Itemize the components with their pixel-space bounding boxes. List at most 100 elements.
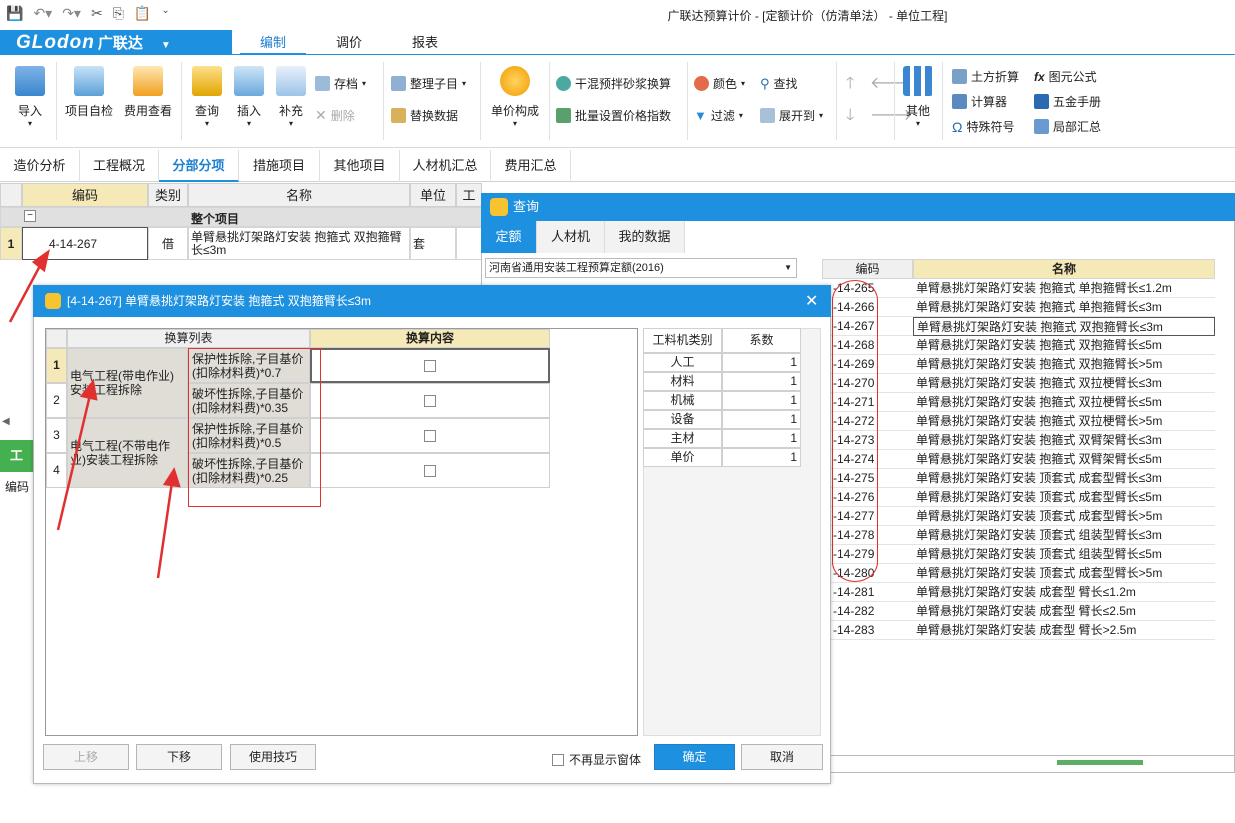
- conv-checkbox[interactable]: [424, 464, 436, 477]
- conv-row-index[interactable]: 1: [46, 348, 67, 383]
- close-icon[interactable]: ✕: [805, 291, 818, 311]
- grid-header-name[interactable]: 名称: [188, 183, 410, 207]
- tab-cost-analysis[interactable]: 造价分析: [0, 150, 80, 182]
- calculator-button[interactable]: 计算器: [952, 93, 1007, 110]
- group-row[interactable]: [0, 207, 482, 227]
- figure-formula-button[interactable]: fx 图元公式: [1034, 68, 1097, 85]
- ok-button[interactable]: 确定: [654, 744, 735, 770]
- no-show-checkbox-row[interactable]: 不再显示窗体: [552, 751, 641, 768]
- grid-header-unit[interactable]: 单位: [410, 183, 456, 207]
- row-name[interactable]: 单臂悬挑灯架路灯安装 抱箍式 双抱箍臂长≤3m: [188, 227, 410, 260]
- bottom-panel-tab[interactable]: 工料: [0, 440, 33, 495]
- query-row-code[interactable]: -14-281: [831, 583, 913, 602]
- query-row-name[interactable]: 单臂悬挑灯架路灯安装 抱箍式 双臂架臂长≤5m: [913, 450, 1215, 469]
- query-tab-quota[interactable]: 定额: [481, 221, 537, 253]
- query-row-name[interactable]: 单臂悬挑灯架路灯安装 抱箍式 双拉梗臂长>5m: [913, 412, 1215, 431]
- conv-content-cell[interactable]: [310, 418, 550, 453]
- query-row-name[interactable]: 单臂悬挑灯架路灯安装 成套型 臂长≤1.2m: [913, 583, 1215, 602]
- query-row-name[interactable]: 单臂悬挑灯架路灯安装 抱箍式 双抱箍臂长>5m: [913, 355, 1215, 374]
- query-row-name[interactable]: 单臂悬挑灯架路灯安装 抱箍式 单抱箍臂长≤3m: [913, 298, 1215, 317]
- tab-other-items[interactable]: 其他项目: [320, 150, 400, 182]
- conv-row-index[interactable]: 2: [46, 383, 67, 418]
- query-row-name[interactable]: 单臂悬挑灯架路灯安装 抱箍式 双拉梗臂长≤5m: [913, 393, 1215, 412]
- earthwork-button[interactable]: 土方折算: [952, 68, 1019, 85]
- conv-row-index[interactable]: 4: [46, 453, 67, 488]
- no-show-checkbox[interactable]: [552, 753, 564, 766]
- organize-button[interactable]: 整理子目 ▾: [391, 75, 466, 92]
- grid-header-type[interactable]: 类别: [148, 183, 188, 207]
- coef-value[interactable]: 1: [722, 448, 801, 467]
- query-row-name[interactable]: 单臂悬挑灯架路灯安装 抱箍式 双抱箍臂长≤5m: [913, 336, 1215, 355]
- partial-summary-button[interactable]: 局部汇总: [1034, 118, 1101, 135]
- conv-content-cell[interactable]: [310, 453, 550, 488]
- conv-checkbox[interactable]: [424, 359, 436, 372]
- menu-tab-report[interactable]: 报表: [392, 30, 458, 55]
- row-type[interactable]: 借: [148, 227, 188, 260]
- query-row-code[interactable]: -14-282: [831, 602, 913, 621]
- grid-header-qty[interactable]: 工程: [456, 183, 482, 227]
- coef-value[interactable]: 1: [722, 391, 801, 410]
- grid-header-code[interactable]: 编码: [22, 183, 148, 207]
- conv-checkbox[interactable]: [424, 429, 436, 442]
- cancel-button[interactable]: 取消: [741, 744, 823, 770]
- conv-content-cell[interactable]: [310, 348, 550, 383]
- query-splitter[interactable]: [1057, 760, 1143, 765]
- query-row-name[interactable]: 单臂悬挑灯架路灯安装 顶套式 成套型臂长>5m: [913, 564, 1215, 583]
- other-button[interactable]: 其他 ▾: [900, 66, 936, 128]
- save-archive-button[interactable]: 存档 ▾: [315, 75, 366, 92]
- row-unit[interactable]: 套: [410, 227, 456, 260]
- import-button[interactable]: 导入 ▾: [12, 66, 48, 128]
- query-row-name[interactable]: 单臂悬挑灯架路灯安装 顶套式 成套型臂长≤5m: [913, 488, 1215, 507]
- row-index[interactable]: 1: [0, 227, 22, 260]
- delete-button[interactable]: ✕ 删除: [315, 107, 355, 124]
- move-down-button[interactable]: 下移: [136, 744, 222, 770]
- query-button[interactable]: 查询 ▾: [188, 66, 226, 128]
- filter-button[interactable]: ▼ 过滤 ▾: [694, 107, 743, 124]
- query-row-name[interactable]: 单臂悬挑灯架路灯安装 顶套式 组装型臂长≤3m: [913, 526, 1215, 545]
- query-row-name[interactable]: 单臂悬挑灯架路灯安装 抱箍式 双拉梗臂长≤3m: [913, 374, 1215, 393]
- query-list-name-header[interactable]: 名称: [913, 259, 1215, 279]
- tab-labor-material[interactable]: 人材机汇总: [400, 150, 491, 182]
- query-row-name[interactable]: 单臂悬挑灯架路灯安装 抱箍式 双抱箍臂长≤3m: [913, 317, 1215, 336]
- replace-data-button[interactable]: 替换数据: [391, 107, 458, 124]
- coef-value[interactable]: 1: [722, 353, 801, 372]
- row-qty[interactable]: [456, 227, 482, 260]
- supplement-button[interactable]: 补充 ▾: [272, 66, 310, 128]
- app-logo[interactable]: GLodon 广联达 ▼: [0, 30, 232, 55]
- query-row-name[interactable]: 单臂悬挑灯架路灯安装 成套型 臂长>2.5m: [913, 621, 1215, 640]
- query-row-name[interactable]: 单臂悬挑灯架路灯安装 顶套式 成套型臂长≤3m: [913, 469, 1215, 488]
- conv-header-list[interactable]: 换算列表: [67, 329, 310, 348]
- query-tab-labor[interactable]: 人材机: [537, 221, 605, 253]
- tab-fee-summary[interactable]: 费用汇总: [491, 150, 571, 182]
- coef-header-value[interactable]: 系数: [722, 328, 801, 353]
- move-up-icon[interactable]: 🡑: [846, 72, 854, 99]
- coef-value[interactable]: 1: [722, 410, 801, 429]
- unit-price-button[interactable]: 单价构成 ▾: [488, 66, 542, 128]
- batch-price-button[interactable]: 批量设置价格指数: [556, 107, 671, 124]
- find-button[interactable]: ⚲ 查找: [760, 75, 798, 92]
- expand-button[interactable]: 展开到 ▾: [760, 107, 823, 124]
- query-row-name[interactable]: 单臂悬挑灯架路灯安装 顶套式 组装型臂长≤5m: [913, 545, 1215, 564]
- insert-button[interactable]: 插入 ▾: [230, 66, 268, 128]
- dry-mortar-button[interactable]: 干混预拌砂浆换算: [556, 75, 671, 92]
- tab-sub-items[interactable]: 分部分项: [159, 150, 239, 182]
- coef-value[interactable]: 1: [722, 372, 801, 391]
- row-code[interactable]: 4-14-267: [22, 227, 148, 260]
- scroll-left-icon[interactable]: ◀: [2, 416, 10, 427]
- collapse-icon[interactable]: −: [24, 210, 36, 222]
- self-check-button[interactable]: 项目自检: [62, 66, 116, 119]
- menu-tab-adjust[interactable]: 调价: [316, 30, 382, 55]
- tips-button[interactable]: 使用技巧: [230, 744, 316, 770]
- conv-row-index[interactable]: 3: [46, 418, 67, 453]
- hardware-button[interactable]: 五金手册: [1034, 93, 1101, 110]
- conv-checkbox[interactable]: [424, 394, 436, 407]
- menu-tab-edit[interactable]: 编制: [240, 30, 306, 55]
- conv-content-cell[interactable]: [310, 383, 550, 418]
- quota-library-select[interactable]: 河南省通用安装工程预算定额(2016) ▼: [485, 258, 797, 278]
- fee-view-button[interactable]: 费用查看: [120, 66, 176, 119]
- conv-header-content[interactable]: 换算内容: [310, 329, 550, 348]
- query-list-code-header[interactable]: 编码: [822, 259, 913, 279]
- query-row-name[interactable]: 单臂悬挑灯架路灯安装 抱箍式 双臂架臂长≤3m: [913, 431, 1215, 450]
- coef-value[interactable]: 1: [722, 429, 801, 448]
- tab-measures[interactable]: 措施项目: [239, 150, 320, 182]
